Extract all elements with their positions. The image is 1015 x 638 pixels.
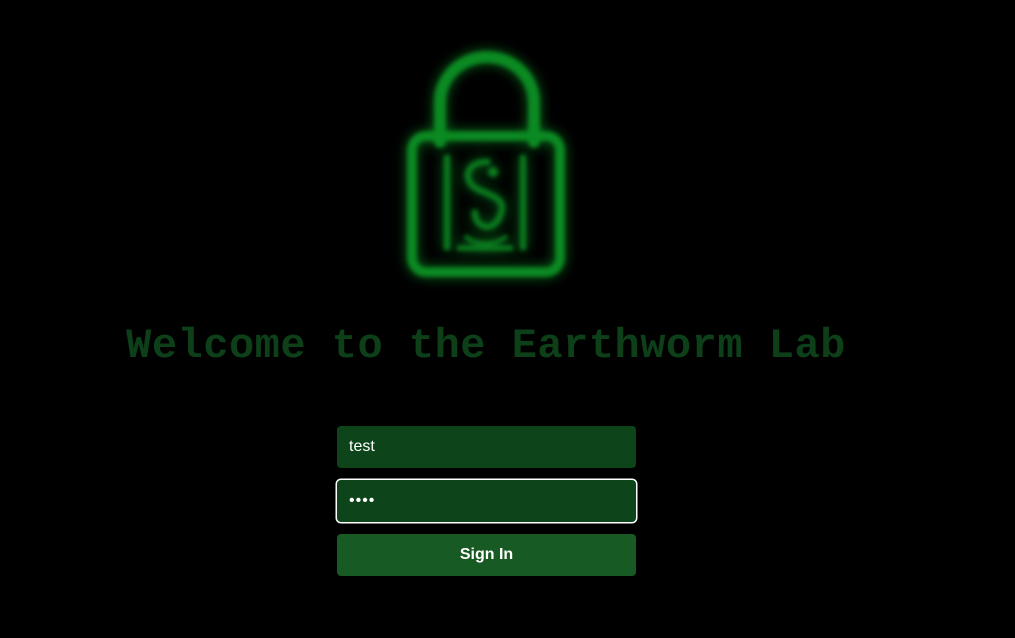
sign-in-label: Sign In <box>459 546 514 563</box>
sign-in-button[interactable]: Sign In <box>337 534 636 576</box>
page-title: Welcome to the Earthworm Lab <box>126 322 846 370</box>
login-form: Sign In <box>337 426 636 576</box>
padlock-icon <box>395 50 580 290</box>
username-field[interactable] <box>337 426 636 468</box>
login-page: Welcome to the Earthworm Lab Sign In <box>0 0 1015 638</box>
password-field[interactable] <box>337 480 636 522</box>
